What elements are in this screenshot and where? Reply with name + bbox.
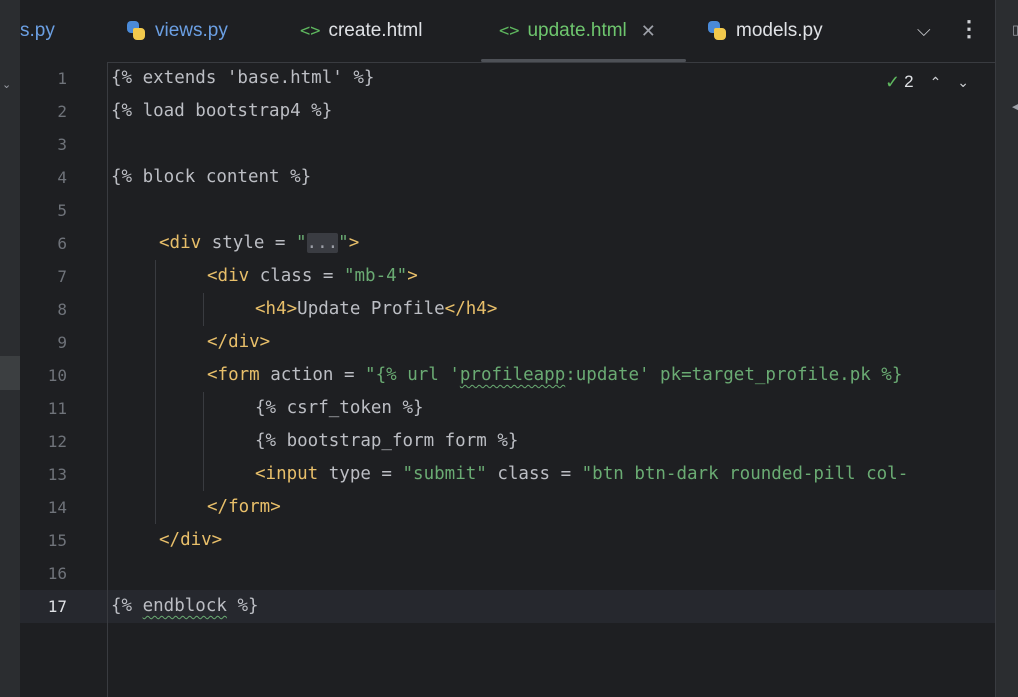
text-token: {% [111,596,143,616]
string-token: "btn btn-dark rounded-pill col- [581,464,909,484]
code-line-7: <div class = "mb-4"> [207,260,418,293]
string-token: "submit" [402,464,487,484]
indent-guide [203,293,204,326]
double-check-icon: ✓ [885,71,901,92]
chevron-down-icon[interactable]: ⌄ [957,74,969,91]
attr-token: action = [259,365,366,385]
code-line-12: {% bootstrap_form form %} [255,431,519,451]
tag-token: <h4> [255,299,298,319]
string-token: "{% url ' [365,365,460,385]
line-number: 6 [57,234,67,253]
code-line-17: {% endblock %} [111,590,259,623]
tab-label: update.html [527,20,627,41]
tag-token: <div [159,233,202,253]
line-number: 13 [47,465,67,484]
line-number: 2 [57,102,67,121]
attr-token: type = [318,464,403,484]
right-tool-strip: ▯ ◀ [995,0,1018,697]
tag-token: > [348,233,360,253]
editor-tab-bar: s.py views.py <> create.html <> update.h… [20,0,995,63]
attr-token: class = [249,266,344,286]
text-token: %} [226,596,259,616]
code-line-8: <h4>Update Profile</h4> [255,293,497,326]
scroll-handle[interactable] [0,356,20,390]
line-number: 15 [47,531,67,550]
chevron-down-icon[interactable]: ⌄ [2,78,11,91]
line-number-gutter: 1 2 3 4 5 6 7 8 9 10 11 12 13 14 15 16 1… [20,62,108,697]
tab-label: models.py [736,20,823,41]
tab-views-py[interactable]: views.py [125,0,228,62]
line-number: 8 [57,300,67,319]
html-icon: <> [300,21,321,41]
left-tool-strip: ⌄ [0,0,20,697]
code-line-9: </div> [207,332,271,352]
code-line-11: {% csrf_token %} [255,398,424,418]
tab-update-html[interactable]: <> update.html ✕ [481,0,686,62]
tab-label: views.py [155,20,228,41]
indent-guide [203,392,204,491]
line-number: 11 [47,399,67,418]
line-number: 7 [57,267,67,286]
python-icon [706,20,728,42]
indent-guide [155,260,156,524]
tag-token: </h4> [444,299,498,319]
line-number: 14 [47,498,67,517]
tab-label: s.py [20,20,55,41]
code-line-6: <div style = "..."> [159,227,359,260]
tag-token: <div [207,266,250,286]
line-number: 10 [47,366,67,385]
line-number: 9 [57,333,67,352]
line-number: 4 [57,168,67,187]
more-vertical-icon[interactable]: ⋮ [958,16,980,42]
folded-region[interactable]: ... [306,233,339,253]
string-token-typo: profileapp [459,365,566,385]
tab-label: create.html [328,20,423,41]
chevron-up-icon[interactable]: ⌃ [930,74,942,91]
code-line-10: <form action = "{% url 'profileapp:updat… [207,359,902,392]
close-icon[interactable]: ✕ [641,21,656,42]
string-token: " [295,233,307,253]
tag-token: <input [255,464,319,484]
caret-left-icon[interactable]: ◀ [1012,100,1018,113]
string-token: "mb-4" [343,266,408,286]
code-line-1: {% extends 'base.html' %} [111,68,375,88]
string-token: :update' pk=target_profile.pk %} [565,365,903,385]
line-number: 16 [47,564,67,583]
code-line-15: </div> [159,530,223,550]
html-icon: <> [499,21,520,41]
line-number: 5 [57,201,67,220]
code-line-13: <input type = "submit" class = "btn btn-… [255,458,908,491]
python-icon [125,20,147,42]
chevron-down-icon[interactable]: ⌵ [917,20,931,41]
inspection-count: 2 [904,72,914,91]
tag-token: > [407,266,418,286]
text-token-typo: endblock [142,596,227,616]
code-line-2: {% load bootstrap4 %} [111,101,333,121]
tag-token: <form [207,365,260,385]
bell-icon[interactable]: ▯ [1012,22,1018,38]
tab-models-partial[interactable]: s.py [20,0,55,62]
code-line-14: </form> [207,497,281,517]
tab-models-py[interactable]: models.py [706,0,823,62]
attr-token: class = [486,464,582,484]
attr-token: style = [201,233,296,253]
tab-create-html[interactable]: <> create.html [300,0,422,62]
code-line-4: {% block content %} [111,167,312,187]
line-number: 1 [57,69,67,88]
code-editor[interactable]: {% extends 'base.html' %} {% load bootst… [108,62,995,697]
string-token: " [338,233,349,253]
line-number: 3 [57,135,67,154]
line-number-current: 17 [47,597,67,616]
inspection-widget[interactable]: ✓ 2 ⌃ ⌄ [885,68,969,96]
line-number: 12 [47,432,67,451]
text-token: Update Profile [297,299,445,319]
